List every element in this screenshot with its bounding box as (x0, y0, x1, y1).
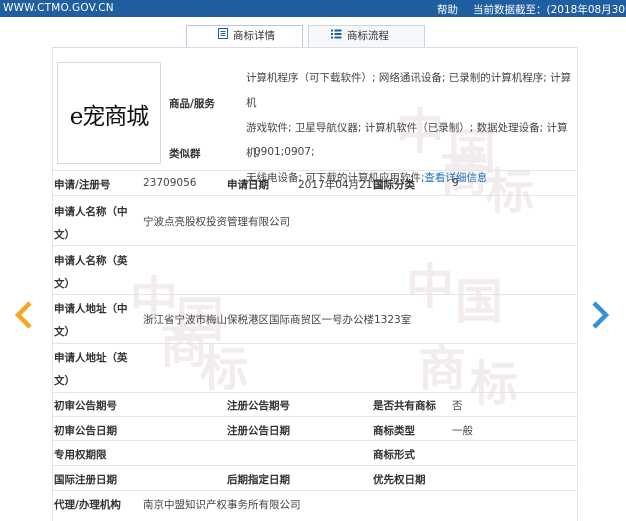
divider (53, 170, 577, 171)
process-list-icon (331, 26, 342, 46)
reg-no-value: 23709056 (143, 177, 197, 189)
previous-arrow-icon[interactable] (14, 301, 34, 332)
next-arrow-icon[interactable] (590, 301, 610, 332)
document-list-icon (218, 26, 228, 46)
divider (53, 343, 577, 344)
address-cn-label-2: 文） (54, 326, 75, 338)
intl-class-label: 国际分类 (373, 179, 415, 191)
reg-pub-no-label: 注册公告期号 (227, 400, 290, 412)
applicant-cn-label-2: 文） (54, 229, 75, 241)
applicant-cn-label: 申请人名称（中 (54, 206, 128, 218)
divider (53, 440, 577, 441)
reg-pub-date-label: 注册公告日期 (227, 425, 290, 437)
intl-class-value: 9 (452, 177, 459, 189)
shared-mark-label: 是否共有商标 (373, 400, 436, 412)
address-cn-value: 浙江省宁波市梅山保税港区国际商贸区一号办公楼1323室 (143, 314, 412, 326)
mark-type-label: 商标类型 (373, 425, 415, 437)
divider (53, 195, 577, 196)
prelim-pub-no-label: 初审公告期号 (54, 400, 117, 412)
watermark-char: 中 (406, 259, 455, 315)
help-link[interactable]: 帮助 (437, 2, 458, 17)
agent-value: 南京中盟知识产权事务所有限公司 (143, 499, 301, 511)
similar-group-label: 类似群 (169, 148, 201, 160)
watermark-char: 国 (455, 274, 504, 330)
site-url[interactable]: WWW.CTMO.GOV.CN (3, 2, 114, 14)
watermark-char: 标 (470, 356, 519, 412)
later-designation-date-label: 后期指定日期 (227, 474, 290, 486)
divider (53, 416, 577, 417)
address-en-label: 申请人地址（英 (54, 352, 128, 364)
mark-form-label: 商标形式 (373, 449, 415, 461)
address-cn-label: 申请人地址（中 (54, 303, 128, 315)
shared-mark-value: 否 (452, 400, 463, 412)
divider (53, 294, 577, 295)
divider (53, 245, 577, 246)
tab-trademark-detail[interactable]: 商标详情 (186, 25, 303, 47)
watermark-char: 商 (418, 341, 467, 397)
applicant-en-label-2: 文） (54, 278, 75, 290)
prelim-pub-date-label: 初审公告日期 (54, 425, 117, 437)
agent-label: 代理/办理机构 (54, 499, 121, 511)
divider (53, 392, 577, 393)
applicant-en-label: 申请人名称（英 (54, 255, 128, 267)
watermark-char: 标 (200, 341, 249, 397)
similar-group-value: 0901;0907; (254, 146, 315, 158)
app-date-label: 申请日期 (227, 179, 269, 191)
goods-services-list: 计算机程序（可下载软件）; 网络通讯设备; 已录制的计算机程序; 计算机 游戏软… (246, 66, 576, 191)
tab-trademark-process[interactable]: 商标流程 (308, 25, 425, 47)
exclusive-period-label: 专用权期限 (54, 449, 107, 461)
address-en-label-2: 文） (54, 375, 75, 387)
applicant-cn-value: 宁波点亮股权投资管理有限公司 (143, 216, 290, 228)
divider (53, 490, 577, 491)
tab-trademark-process-label: 商标流程 (347, 30, 389, 42)
divider (53, 465, 577, 466)
goods-line: 游戏软件; 卫星导航仪器; 计算机软件（已录制）; 数据处理设备; 计算机; (246, 122, 568, 159)
priority-date-label: 优先权日期 (373, 474, 426, 486)
data-date: 当前数据截至：(2018年08月30 (473, 4, 626, 16)
mark-type-value: 一般 (452, 425, 473, 437)
trademark-logo-text: e宠商城 (69, 104, 150, 130)
reg-no-label: 申请/注册号 (54, 179, 111, 191)
top-bar: WWW.CTMO.GOV.CN 帮助 当前数据截至：(2018年08月30 (0, 0, 626, 17)
goods-services-label: 商品/服务 (169, 98, 215, 110)
goods-line: 计算机程序（可下载软件）; 网络通讯设备; 已录制的计算机程序; 计算机 (246, 72, 572, 109)
intl-reg-date-label: 国际注册日期 (54, 474, 117, 486)
app-date-value: 2017年04月21日 (298, 179, 383, 191)
trademark-image[interactable]: e宠商城 (57, 62, 161, 164)
tab-trademark-detail-label: 商标详情 (233, 30, 275, 42)
